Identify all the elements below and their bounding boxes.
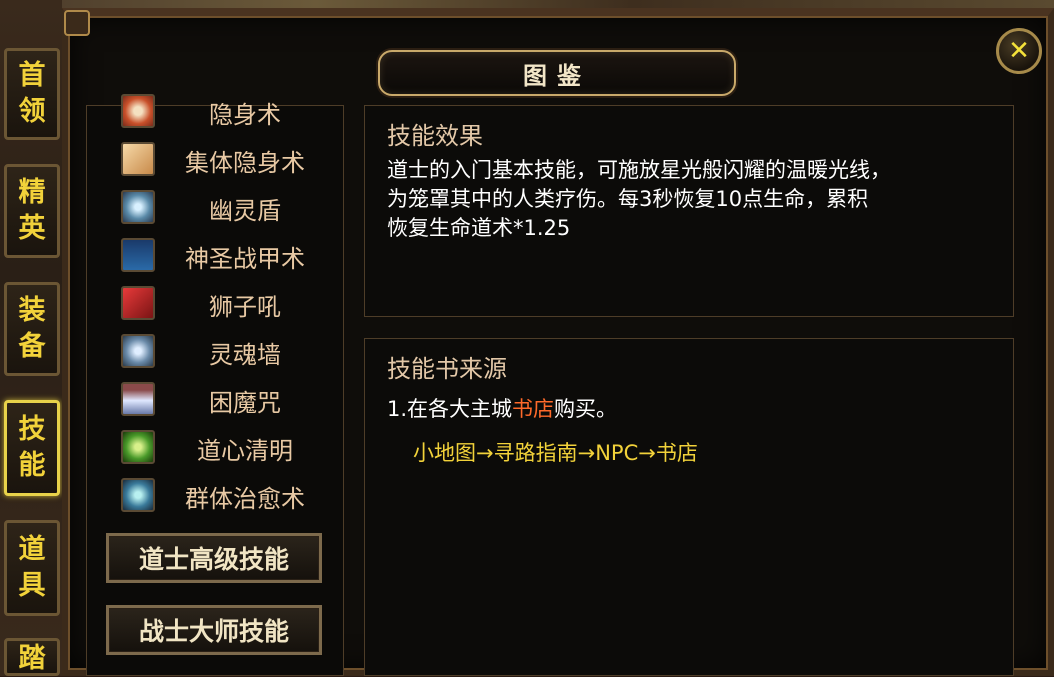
skill-effect-panel: 技能效果 道士的入门基本技能，可施放星光般闪耀的温暖光线， 为笼罩其中的人类疗伤… bbox=[364, 105, 1014, 317]
skill-list-item[interactable]: 灵魂墙 bbox=[121, 332, 331, 372]
tab-label-top: 装 bbox=[18, 295, 46, 326]
skill-name: 幽灵盾 bbox=[209, 196, 281, 225]
yin-yang-icon bbox=[121, 430, 155, 464]
tab-label-top: 首 bbox=[18, 60, 46, 91]
taoist-advanced-skills-button[interactable]: 道士高级技能 bbox=[106, 533, 322, 583]
skill-list-item[interactable]: 狮子吼 bbox=[121, 284, 331, 324]
skill-list-item[interactable]: 道心清明 bbox=[121, 428, 331, 468]
tab-label-top: 踏 bbox=[18, 643, 46, 674]
tab-label-bottom: 具 bbox=[18, 570, 46, 601]
close-icon: ✕ bbox=[1008, 36, 1030, 66]
tab-label-top: 道 bbox=[18, 534, 46, 565]
tab-label-bottom: 备 bbox=[18, 331, 46, 362]
skill-name: 道心清明 bbox=[197, 436, 293, 465]
tab-label-bottom: 领 bbox=[18, 96, 46, 127]
skill-name: 狮子吼 bbox=[209, 292, 281, 321]
holy-armor-icon bbox=[121, 238, 155, 272]
tab-leader[interactable]: 首 领 bbox=[4, 48, 60, 140]
effect-description: 道士的入门基本技能，可施放星光般闪耀的温暖光线， 为笼罩其中的人类疗伤。每3秒恢… bbox=[387, 156, 1007, 243]
trap-curse-icon bbox=[121, 382, 155, 416]
skill-list-item[interactable]: 隐身术 bbox=[121, 92, 331, 132]
window-title: 图鉴 bbox=[378, 50, 736, 96]
skill-list-item[interactable]: 神圣战甲术 bbox=[121, 236, 331, 276]
tab-label-bottom: 英 bbox=[18, 213, 46, 244]
tab-skills[interactable]: 技 能 bbox=[4, 400, 60, 496]
source-description: 1.在各大主城书店购买。 bbox=[387, 393, 617, 423]
tab-label-bottom: 能 bbox=[18, 450, 46, 481]
source-prefix: 1.在各大主城 bbox=[387, 397, 513, 421]
skill-book-source-panel: 技能书来源 1.在各大主城书店购买。 小地图→寻路指南→NPC→书店 bbox=[364, 338, 1014, 676]
soul-wall-icon bbox=[121, 334, 155, 368]
tab-more[interactable]: 踏 bbox=[4, 638, 60, 676]
lion-roar-icon bbox=[121, 286, 155, 320]
group-stealth-icon bbox=[121, 142, 155, 176]
stealth-ring-icon bbox=[121, 94, 155, 128]
tab-label-top: 技 bbox=[18, 414, 46, 445]
ghost-shield-icon bbox=[121, 190, 155, 224]
bookstore-link[interactable]: 书店 bbox=[512, 397, 554, 421]
effect-line: 为笼罩其中的人类疗伤。每3秒恢复10点生命，累积 bbox=[387, 187, 869, 211]
skill-name: 隐身术 bbox=[209, 100, 281, 129]
skill-name: 灵魂墙 bbox=[209, 340, 281, 369]
effect-line: 恢复生命道术*1.25 bbox=[387, 216, 571, 240]
navigation-path: 小地图→寻路指南→NPC→书店 bbox=[413, 441, 698, 465]
frame-corner-ornament bbox=[64, 10, 90, 36]
tab-elite[interactable]: 精 英 bbox=[4, 164, 60, 258]
close-button[interactable]: ✕ bbox=[996, 28, 1042, 74]
effect-line: 道士的入门基本技能，可施放星光般闪耀的温暖光线， bbox=[387, 158, 891, 182]
source-heading: 技能书来源 bbox=[387, 355, 507, 383]
skill-list-item[interactable]: 幽灵盾 bbox=[121, 188, 331, 228]
skill-list-item[interactable]: 困魔咒 bbox=[121, 380, 331, 420]
skill-name: 集体隐身术 bbox=[185, 148, 305, 177]
skill-name: 神圣战甲术 bbox=[185, 244, 305, 273]
tab-label-top: 精 bbox=[18, 177, 46, 208]
skill-name: 群体治愈术 bbox=[185, 484, 305, 513]
tab-equipment[interactable]: 装 备 bbox=[4, 282, 60, 376]
effect-heading: 技能效果 bbox=[387, 122, 483, 150]
skill-list-item[interactable]: 群体治愈术 bbox=[121, 476, 331, 516]
skill-list-item[interactable]: 集体隐身术 bbox=[121, 140, 331, 180]
group-heal-icon bbox=[121, 478, 155, 512]
skill-list-panel[interactable]: 隐身术 集体隐身术 幽灵盾 神圣战甲术 狮子吼 灵魂墙 困魔咒 道心清明 群体治… bbox=[86, 94, 344, 676]
source-suffix: 购买。 bbox=[554, 397, 618, 421]
tab-items[interactable]: 道 具 bbox=[4, 520, 60, 616]
skill-name: 困魔咒 bbox=[209, 388, 281, 417]
warrior-master-skills-button[interactable]: 战士大师技能 bbox=[106, 605, 322, 655]
